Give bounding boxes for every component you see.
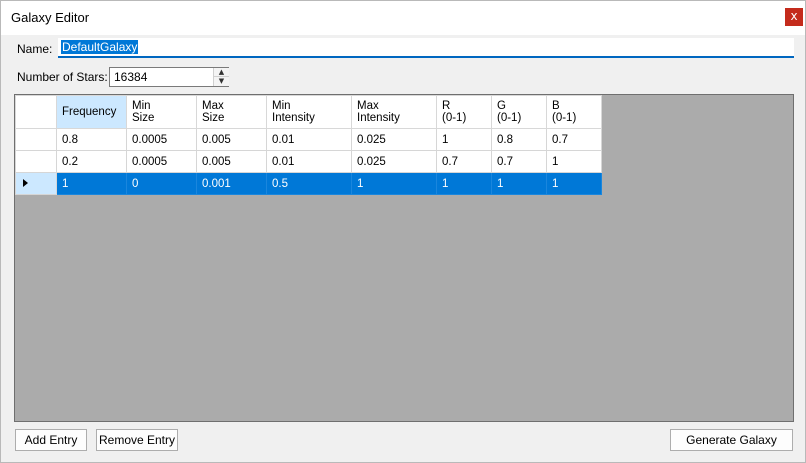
table-cell[interactable]: 1 [546, 172, 602, 195]
number-of-stars-label: Number of Stars: [17, 70, 108, 84]
table-cell[interactable]: 0.8 [56, 128, 127, 151]
name-label: Name: [17, 42, 53, 56]
column-header-sublabel: Size [202, 112, 225, 124]
title-bar[interactable]: Galaxy Editor x [1, 1, 805, 35]
entries-grid[interactable]: Frequency Min Size Max Size Min Intensit… [14, 94, 794, 422]
column-header-frequency[interactable]: Frequency [56, 95, 127, 129]
number-of-stars-stepper[interactable]: 16384 ▲ ▼ [109, 67, 229, 87]
table-cell[interactable]: 1 [436, 128, 492, 151]
table-cell[interactable]: 0.5 [266, 172, 352, 195]
table-cell[interactable]: 0.2 [56, 150, 127, 173]
table-cell[interactable]: 0.01 [266, 128, 352, 151]
close-button[interactable]: x [785, 8, 803, 26]
entries-table: Frequency Min Size Max Size Min Intensit… [15, 95, 602, 195]
add-entry-button[interactable]: Add Entry [15, 429, 87, 451]
column-header-sublabel: (0-1) [497, 112, 522, 124]
table-cell[interactable]: 0.001 [196, 172, 267, 195]
table-row[interactable]: 0.2 0.0005 0.005 0.01 0.025 0.7 0.7 1 [15, 150, 602, 173]
column-header-label: R [442, 100, 451, 112]
generate-galaxy-button[interactable]: Generate Galaxy [670, 429, 793, 451]
column-header-b[interactable]: B (0-1) [546, 95, 602, 129]
table-row-selected[interactable]: 1 0 0.001 0.5 1 1 1 1 [15, 172, 602, 195]
column-header-sublabel: Size [132, 112, 155, 124]
table-cell[interactable]: 0.0005 [126, 128, 197, 151]
column-header-label: Min [272, 100, 291, 112]
row-header-cell[interactable] [15, 128, 57, 151]
close-icon: x [790, 9, 798, 23]
table-cell[interactable]: 0.8 [491, 128, 547, 151]
table-cell[interactable]: 0.025 [351, 150, 437, 173]
column-header-label: B [552, 100, 560, 112]
table-cell[interactable]: 1 [546, 150, 602, 173]
window-title: Galaxy Editor [11, 10, 90, 25]
table-cell[interactable]: 0.005 [196, 128, 267, 151]
column-header-min-intensity[interactable]: Min Intensity [266, 95, 352, 129]
column-header-sublabel: Intensity [357, 112, 400, 124]
column-header-r[interactable]: R (0-1) [436, 95, 492, 129]
name-input-value: DefaultGalaxy [61, 40, 139, 54]
column-header-label: Frequency [62, 106, 117, 118]
table-cell[interactable]: 0.7 [436, 150, 492, 173]
remove-entry-button[interactable]: Remove Entry [96, 429, 178, 451]
column-header-label: Max [202, 100, 224, 112]
table-cell[interactable]: 0.7 [546, 128, 602, 151]
galaxy-editor-window: Galaxy Editor x Name: DefaultGalaxy Numb… [0, 0, 806, 463]
table-cell[interactable]: 1 [436, 172, 492, 195]
column-header-label: G [497, 100, 506, 112]
table-cell[interactable]: 0.0005 [126, 150, 197, 173]
table-cell[interactable]: 0.005 [196, 150, 267, 173]
name-input[interactable]: DefaultGalaxy [58, 38, 794, 58]
column-header-max-intensity[interactable]: Max Intensity [351, 95, 437, 129]
table-cell[interactable]: 1 [56, 172, 127, 195]
column-header-label: Min [132, 100, 151, 112]
row-header-cell[interactable] [15, 172, 57, 195]
column-header-max-size[interactable]: Max Size [196, 95, 267, 129]
column-header-sublabel: (0-1) [442, 112, 467, 124]
number-of-stars-value: 16384 [114, 70, 148, 84]
spin-down-icon[interactable]: ▼ [214, 77, 229, 86]
table-cell[interactable]: 0.025 [351, 128, 437, 151]
table-cell[interactable]: 0 [126, 172, 197, 195]
column-header-sublabel: Intensity [272, 112, 315, 124]
table-cell[interactable]: 0.01 [266, 150, 352, 173]
spin-buttons: ▲ ▼ [213, 68, 229, 86]
table-cell[interactable]: 0.7 [491, 150, 547, 173]
spin-up-icon[interactable]: ▲ [214, 68, 229, 77]
header-row: Frequency Min Size Max Size Min Intensit… [15, 95, 602, 129]
current-row-arrow-icon [23, 179, 28, 187]
column-header-label: Max [357, 100, 379, 112]
column-header-sublabel: (0-1) [552, 112, 577, 124]
table-cell[interactable]: 1 [491, 172, 547, 195]
column-header-min-size[interactable]: Min Size [126, 95, 197, 129]
table-row[interactable]: 0.8 0.0005 0.005 0.01 0.025 1 0.8 0.7 [15, 128, 602, 151]
corner-header-cell[interactable] [15, 95, 57, 129]
row-header-cell[interactable] [15, 150, 57, 173]
column-header-g[interactable]: G (0-1) [491, 95, 547, 129]
table-cell[interactable]: 1 [351, 172, 437, 195]
